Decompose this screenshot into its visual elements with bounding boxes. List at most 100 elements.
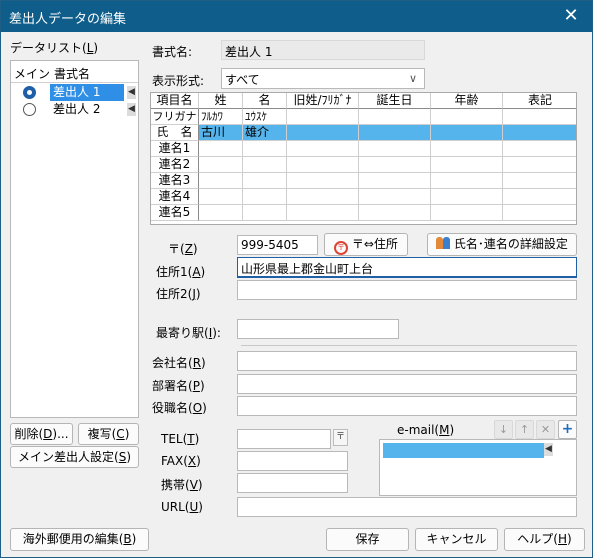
close-icon[interactable]: ✕ bbox=[558, 3, 584, 29]
grid-cell[interactable] bbox=[359, 157, 431, 173]
grid-cell[interactable] bbox=[503, 189, 576, 205]
address2-field[interactable] bbox=[237, 280, 577, 300]
mobile-field[interactable] bbox=[237, 473, 348, 493]
tel-field[interactable] bbox=[237, 429, 331, 449]
grid-cell[interactable]: 雄介 bbox=[243, 125, 287, 141]
grid-row-label: 連名4 bbox=[151, 189, 199, 205]
grid-cell[interactable]: ﾕｳｽｹ bbox=[243, 109, 287, 125]
grid-cell[interactable] bbox=[503, 157, 576, 173]
tel-type-icon[interactable]: 〒 bbox=[333, 429, 348, 446]
url-field[interactable] bbox=[237, 497, 577, 517]
grid-cell[interactable] bbox=[243, 189, 287, 205]
job-title-label: 役職名(O) bbox=[152, 401, 207, 415]
people-icon bbox=[436, 237, 451, 249]
move-down-icon[interactable]: ↓ bbox=[494, 420, 513, 439]
job-title-field[interactable] bbox=[237, 396, 577, 416]
main-radio[interactable] bbox=[23, 103, 36, 116]
set-main-sender-button[interactable]: メイン差出人設定(S) bbox=[10, 446, 139, 468]
grid-cell[interactable] bbox=[431, 189, 503, 205]
help-button[interactable]: ヘルプ(H) bbox=[504, 528, 585, 551]
grid-cell[interactable] bbox=[199, 189, 243, 205]
col-format-header: 書式名 bbox=[54, 67, 91, 81]
copy-button[interactable]: 複写(C) bbox=[78, 423, 139, 445]
name-detail-settings-button[interactable]: 氏名･連名の詳細設定 bbox=[427, 233, 577, 256]
grid-cell[interactable] bbox=[287, 205, 359, 221]
grid-cell[interactable] bbox=[431, 109, 503, 125]
grid-row-label: 連名1 bbox=[151, 141, 199, 157]
station-field[interactable] bbox=[237, 319, 399, 339]
grid-cell[interactable] bbox=[243, 157, 287, 173]
grid-cell[interactable]: ﾌﾙｶﾜ bbox=[199, 109, 243, 125]
grid-cell[interactable] bbox=[287, 109, 359, 125]
grid-cell[interactable] bbox=[243, 173, 287, 189]
grid-cell[interactable] bbox=[431, 205, 503, 221]
overseas-mail-button[interactable]: 海外郵便用の編集(B) bbox=[10, 528, 149, 551]
dialog-window: 差出人データの編集 ✕ データリスト(L) メイン 書式名 差出人 1 ◀ 差出… bbox=[0, 0, 593, 558]
grid-cell[interactable]: 古川 bbox=[199, 125, 243, 141]
grid-cell[interactable] bbox=[503, 109, 576, 125]
datalist-label: データリスト(L) bbox=[10, 41, 99, 55]
main-radio[interactable] bbox=[23, 86, 36, 99]
grid-cell[interactable] bbox=[243, 141, 287, 157]
delete-button[interactable]: 削除(D)... bbox=[10, 423, 73, 445]
dept-field[interactable] bbox=[237, 374, 577, 394]
display-format-select[interactable]: すべて ∨ bbox=[221, 68, 425, 89]
company-field[interactable] bbox=[237, 351, 577, 371]
move-up-icon[interactable]: ↑ bbox=[515, 420, 534, 439]
email-list[interactable]: ◀ bbox=[379, 439, 577, 496]
zip-convert-icon: 〒 bbox=[334, 241, 349, 255]
grid-cell[interactable] bbox=[359, 141, 431, 157]
list-item[interactable]: 差出人 2 ◀ bbox=[11, 101, 138, 118]
format-name-label: 書式名: bbox=[152, 45, 193, 59]
grid-cell[interactable] bbox=[243, 205, 287, 221]
grid-cell[interactable] bbox=[431, 125, 503, 141]
grid-cell[interactable] bbox=[359, 109, 431, 125]
email-list-row[interactable] bbox=[383, 443, 544, 458]
grid-cell[interactable] bbox=[199, 141, 243, 157]
grid-cell[interactable] bbox=[359, 189, 431, 205]
grid-cell[interactable] bbox=[359, 173, 431, 189]
grid-cell[interactable] bbox=[287, 141, 359, 157]
save-button[interactable]: 保存 bbox=[326, 528, 409, 551]
grid-cell[interactable] bbox=[431, 141, 503, 157]
zip-address-button[interactable]: 〒 〒⇔住所 bbox=[324, 233, 408, 256]
name-grid[interactable]: 項目名姓名旧姓/ﾌﾘｶﾞﾅ 誕生日 年齢 表記 フリガナ ﾌﾙｶﾜ ﾕｳｽｹ 氏 名古川 雄介連… bbox=[150, 92, 577, 225]
sender-list-header: メイン 書式名 bbox=[11, 61, 138, 83]
grid-cell[interactable] bbox=[503, 125, 576, 141]
format-name-field[interactable]: 差出人 1 bbox=[221, 40, 425, 60]
grid-cell[interactable] bbox=[199, 205, 243, 221]
add-icon[interactable]: + bbox=[558, 420, 577, 439]
mobile-label: 携帯(V) bbox=[161, 478, 203, 492]
grid-cell[interactable] bbox=[431, 173, 503, 189]
grid-cell[interactable] bbox=[199, 173, 243, 189]
grid-cell[interactable] bbox=[359, 125, 431, 141]
grid-cell[interactable] bbox=[431, 157, 503, 173]
cancel-button[interactable]: キャンセル bbox=[415, 528, 498, 551]
grid-cell[interactable] bbox=[287, 189, 359, 205]
window-title: 差出人データの編集 bbox=[9, 12, 127, 27]
address1-label: 住所1(A) bbox=[156, 265, 206, 279]
col-main-header: メイン bbox=[14, 67, 51, 81]
list-item-label: 差出人 2 bbox=[53, 102, 101, 116]
grid-cell[interactable] bbox=[503, 141, 576, 157]
grid-cell[interactable] bbox=[287, 173, 359, 189]
grid-cell[interactable] bbox=[287, 125, 359, 141]
grid-header-cell: 表記 bbox=[503, 93, 576, 109]
email-label: e-mail(M) bbox=[397, 423, 455, 437]
remove-icon[interactable]: ✕ bbox=[536, 420, 555, 439]
address1-field[interactable]: 山形県最上郡金山町上台 bbox=[237, 257, 577, 278]
grid-cell[interactable] bbox=[503, 205, 576, 221]
grid-cell[interactable] bbox=[359, 205, 431, 221]
grid-cell[interactable] bbox=[503, 173, 576, 189]
fax-field[interactable] bbox=[237, 451, 348, 471]
list-item[interactable]: 差出人 1 ◀ bbox=[11, 84, 138, 101]
row-marker-icon: ◀ bbox=[127, 86, 136, 99]
grid-cell[interactable] bbox=[287, 157, 359, 173]
zip-field[interactable]: 999-5405 bbox=[237, 235, 318, 255]
tel-label: TEL(T) bbox=[161, 432, 200, 446]
grid-header-cell: 誕生日 bbox=[359, 93, 431, 109]
grid-cell[interactable] bbox=[199, 157, 243, 173]
address2-label: 住所2(J) bbox=[156, 287, 201, 301]
grid-header-cell: 名 bbox=[243, 93, 287, 109]
sender-list[interactable]: メイン 書式名 差出人 1 ◀ 差出人 2 ◀ bbox=[10, 60, 139, 418]
